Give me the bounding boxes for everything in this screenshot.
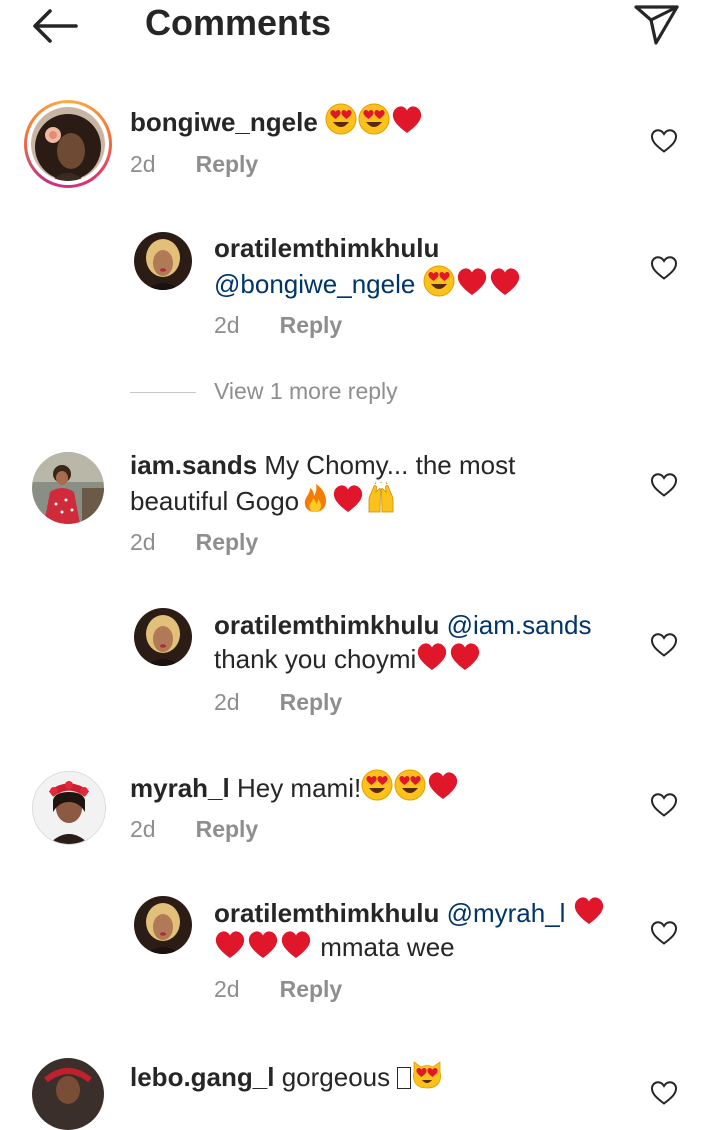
- comment-username[interactable]: iam.sands: [130, 450, 257, 480]
- comment-time: 2d: [130, 816, 156, 842]
- red-heart-emoji-icon: [489, 267, 521, 297]
- comment-emojis: [423, 269, 522, 299]
- red-heart-emoji-icon: [391, 105, 423, 135]
- avatar[interactable]: [32, 452, 104, 524]
- comment-username[interactable]: oratilemthimkhulu: [214, 898, 439, 928]
- red-heart-emoji-icon: [456, 267, 488, 297]
- comment-body: oratilemthimkhulu @iam.sands thank you c…: [214, 609, 624, 676]
- comment-text: Hey mami!: [236, 773, 362, 803]
- comment-username[interactable]: lebo.gang_l: [130, 1062, 274, 1092]
- like-heart-icon[interactable]: [650, 1080, 678, 1106]
- comment-body: oratilemthimkhulu @myrah_l mmata wee: [214, 896, 624, 964]
- red-heart-emoji-icon: [416, 642, 448, 672]
- heart-eyes-cat-emoji-icon: [411, 1058, 443, 1090]
- avatar[interactable]: [32, 771, 106, 845]
- comment-emojis: [361, 773, 460, 803]
- heart-eyes-emoji-icon: [423, 265, 455, 297]
- comment-text: gorgeous: [281, 1062, 391, 1092]
- red-heart-emoji-icon: [332, 484, 364, 514]
- page-title: Comments: [145, 2, 332, 43]
- reply-button[interactable]: Reply: [196, 151, 259, 177]
- heart-eyes-emoji-icon: [325, 103, 357, 135]
- avatar[interactable]: [31, 107, 105, 181]
- mention-link[interactable]: @iam.sands: [447, 610, 592, 640]
- comment-time: 2d: [214, 689, 240, 715]
- reply-button[interactable]: Reply: [280, 312, 343, 338]
- comment-username[interactable]: myrah_l: [130, 773, 230, 803]
- like-heart-icon[interactable]: [650, 128, 678, 154]
- story-ring[interactable]: [24, 100, 112, 188]
- comment-emojis: [299, 486, 398, 516]
- like-heart-icon[interactable]: [650, 792, 678, 818]
- red-heart-emoji-icon: [427, 771, 459, 801]
- comment-text: thank you choymi: [214, 644, 417, 674]
- avatar[interactable]: [134, 896, 192, 954]
- comment-meta: 2d Reply: [130, 816, 258, 843]
- comment-meta: 2d Reply: [214, 976, 342, 1003]
- comment-body: iam.sands My Chomy... the most beautiful…: [130, 449, 570, 518]
- like-heart-icon[interactable]: [650, 632, 678, 658]
- comment-meta: 2d Reply: [130, 151, 258, 178]
- raising-hands-emoji-icon: [365, 482, 397, 514]
- send-icon[interactable]: [632, 2, 680, 46]
- comment-emojis: [416, 644, 482, 674]
- comment-time: 2d: [130, 151, 156, 177]
- comment-username[interactable]: oratilemthimkhulu: [214, 610, 439, 640]
- view-more-replies[interactable]: View 1 more reply: [130, 378, 398, 405]
- comment-emojis: [325, 107, 424, 137]
- avatar[interactable]: [134, 232, 192, 290]
- red-heart-emoji-icon: [449, 642, 481, 672]
- heart-eyes-emoji-icon: [358, 103, 390, 135]
- header-bar: Comments: [0, 0, 720, 64]
- divider-line: [130, 392, 196, 394]
- comment-time: 2d: [214, 312, 240, 338]
- comment-body: lebo.gang_l gorgeous: [130, 1058, 610, 1094]
- like-heart-icon[interactable]: [650, 472, 678, 498]
- reply-button[interactable]: Reply: [280, 689, 343, 715]
- heart-eyes-emoji-icon: [361, 769, 393, 801]
- comment-emojis: [214, 932, 313, 962]
- comment-text: mmata wee: [320, 932, 455, 962]
- comment-meta: 2d Reply: [214, 312, 342, 339]
- view-more-label: View 1 more reply: [214, 378, 398, 404]
- mention-link[interactable]: @myrah_l: [447, 898, 566, 928]
- reply-button[interactable]: Reply: [196, 816, 259, 842]
- avatar[interactable]: [32, 1058, 104, 1130]
- unknown-glyph: [397, 1067, 412, 1089]
- comment-time: 2d: [130, 529, 156, 555]
- red-heart-emoji-icon: [214, 930, 246, 960]
- red-heart-emoji-icon: [573, 896, 605, 926]
- reply-button[interactable]: Reply: [196, 529, 259, 555]
- comment-time: 2d: [214, 976, 240, 1002]
- comment-body: myrah_l Hey mami!: [130, 769, 610, 805]
- mention-link[interactable]: @bongiwe_ngele: [214, 269, 415, 299]
- comment-body: bongiwe_ngele: [130, 103, 620, 139]
- avatar[interactable]: [134, 608, 192, 666]
- comment-username[interactable]: oratilemthimkhulu: [214, 233, 439, 263]
- comment-username[interactable]: bongiwe_ngele: [130, 107, 318, 137]
- comment-meta: 2d Reply: [214, 689, 342, 716]
- red-heart-emoji-icon: [247, 930, 279, 960]
- like-heart-icon[interactable]: [650, 920, 678, 946]
- red-heart-emoji-icon: [280, 930, 312, 960]
- back-arrow-icon[interactable]: [30, 6, 82, 46]
- like-heart-icon[interactable]: [650, 255, 678, 281]
- comment-body: oratilemthimkhulu @bongiwe_ngele: [214, 232, 624, 301]
- fire-emoji-icon: [299, 482, 331, 514]
- heart-eyes-emoji-icon: [394, 769, 426, 801]
- comment-meta: 2d Reply: [130, 529, 258, 556]
- reply-button[interactable]: Reply: [280, 976, 343, 1002]
